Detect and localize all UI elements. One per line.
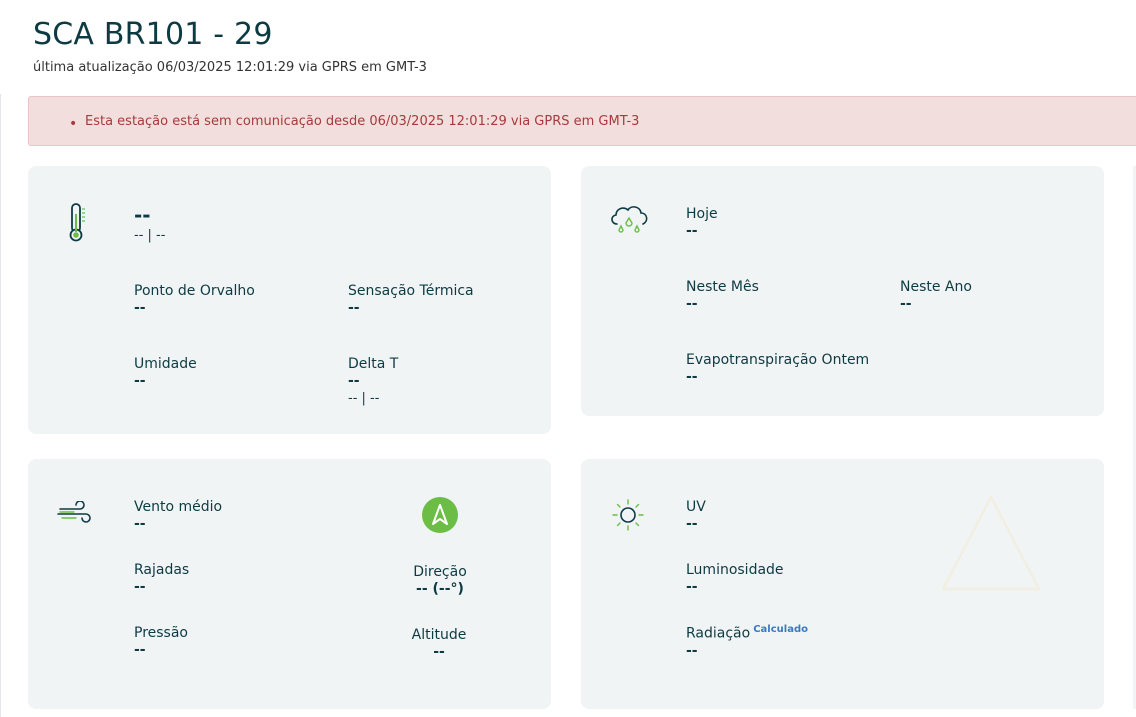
thermometer-icon [69, 203, 85, 242]
temperature-current: -- -- | -- [134, 204, 165, 244]
rain-year-label: Neste Ano [900, 279, 972, 295]
feels-like-field: Sensação Térmica -- [348, 282, 474, 316]
rain-year-value: -- [900, 296, 912, 312]
rain-month-field: Neste Mês -- [686, 278, 759, 312]
rain-month-value: -- [686, 296, 698, 312]
rain-year-field: Neste Ano -- [900, 278, 972, 312]
wind-card: Vento médio -- Rajadas -- Pressão -- Dir… [28, 459, 551, 709]
radiation-label-row: Radiação Calculado [686, 621, 808, 643]
temperature-min-max: -- | -- [134, 228, 166, 243]
radiation-field: Radiação Calculado -- [686, 621, 808, 659]
last-update-text: última atualização 06/03/2025 12:01:29 v… [33, 60, 427, 75]
humidity-field: Umidade -- [134, 355, 197, 389]
feels-like-value: -- [348, 300, 360, 316]
rain-today-value: -- [686, 223, 698, 239]
rain-card: Hoje -- Neste Mês -- Neste Ano -- Evapot… [581, 166, 1104, 416]
rain-today-field: Hoje -- [686, 205, 718, 239]
delta-t-range: -- | -- [348, 391, 380, 406]
radiation-label: Radiação [686, 625, 751, 642]
altitude-value: -- [433, 644, 445, 660]
dew-point-value: -- [134, 300, 146, 316]
sun-card: UV -- Luminosidade -- Radiação Calculado … [581, 459, 1104, 709]
page-title: SCA BR101 - 29 [33, 17, 273, 52]
alert-bullet: • [69, 116, 78, 132]
humidity-label: Umidade [134, 356, 197, 372]
offline-alert: • Esta estação está sem comunicação desd… [28, 96, 1136, 146]
alert-message: Esta estação está sem comunicação desde … [85, 113, 640, 129]
calculated-badge: Calculado [753, 624, 808, 635]
wind-avg-value: -- [134, 516, 146, 532]
rain-cloud-icon [611, 206, 648, 233]
delta-t-field: Delta T -- -- | -- [348, 355, 398, 407]
wind-avg-label: Vento médio [134, 499, 223, 515]
uv-label: UV [686, 499, 706, 515]
gusts-label: Rajadas [134, 562, 190, 578]
luminosity-field: Luminosidade -- [686, 561, 784, 595]
uv-value: -- [686, 516, 698, 532]
evapo-value: -- [686, 369, 698, 385]
evapo-label: Evapotranspiração Ontem [686, 352, 870, 368]
pressure-label: Pressão [134, 625, 188, 641]
evapo-field: Evapotranspiração Ontem -- [686, 351, 869, 385]
direction-value: -- (--°) [416, 581, 464, 597]
uv-gauge-triangle [941, 495, 1041, 591]
wind-avg-field: Vento médio -- [134, 498, 222, 532]
dew-point-label: Ponto de Orvalho [134, 283, 255, 299]
luminosity-value: -- [686, 579, 698, 595]
delta-t-label: Delta T [348, 356, 399, 372]
gusts-field: Rajadas -- [134, 561, 189, 595]
altitude-field: Altitude -- [389, 626, 489, 660]
uv-field: UV -- [686, 498, 706, 532]
temperature-card: -- -- | -- Ponto de Orvalho -- Sensação … [28, 166, 551, 434]
altitude-label: Altitude [411, 627, 467, 643]
luminosity-label: Luminosidade [686, 562, 784, 578]
arrow-up-icon [432, 504, 448, 525]
rain-month-label: Neste Mês [686, 279, 759, 295]
temperature-value: -- [134, 203, 151, 227]
dew-point-field: Ponto de Orvalho -- [134, 282, 255, 316]
rain-today-label: Hoje [686, 206, 718, 222]
gusts-value: -- [134, 579, 146, 595]
humidity-value: -- [134, 373, 146, 389]
wind-direction-compass [422, 497, 458, 533]
direction-field: Direção -- (--°) [390, 563, 490, 597]
left-divider [0, 94, 1, 717]
pressure-value: -- [134, 642, 146, 658]
delta-t-value: -- [348, 373, 360, 389]
radiation-value: -- [686, 642, 698, 659]
page-header: SCA BR101 - 29 última atualização 06/03/… [33, 16, 427, 75]
pressure-field: Pressão -- [134, 624, 188, 658]
direction-label: Direção [413, 564, 467, 580]
sun-icon [612, 499, 644, 531]
wind-icon [57, 501, 91, 523]
feels-like-label: Sensação Térmica [348, 283, 474, 299]
